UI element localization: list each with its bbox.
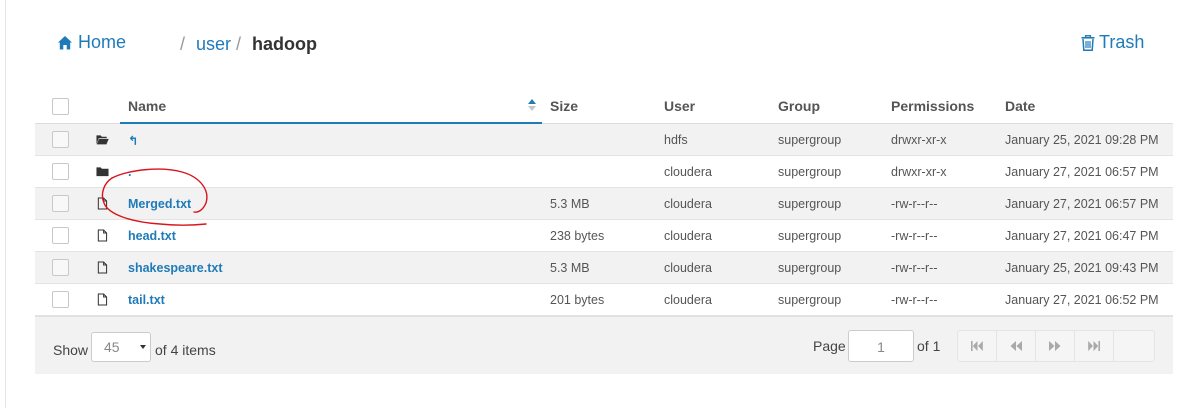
column-header-name[interactable]: Name bbox=[128, 98, 166, 114]
folder-icon bbox=[96, 167, 109, 177]
file-permissions: -rw-r--r-- bbox=[891, 261, 938, 275]
file-user: cloudera bbox=[664, 165, 712, 179]
file-size: 201 bytes bbox=[550, 293, 605, 307]
row-checkbox[interactable] bbox=[52, 195, 69, 212]
trash-link[interactable]: Trash bbox=[1081, 32, 1144, 53]
file-date: January 27, 2021 06:57 PM bbox=[1005, 197, 1159, 211]
file-permissions: drwxr-xr-x bbox=[891, 133, 947, 147]
table-row[interactable]: tail.txt 201 bytes cloudera supergroup -… bbox=[35, 284, 1173, 316]
file-name-link[interactable]: tail.txt bbox=[128, 293, 165, 307]
home-label: Home bbox=[78, 32, 127, 52]
file-user: cloudera bbox=[664, 261, 712, 275]
pagination-footer: Show 45 of 4 items Page 1 of 1 bbox=[35, 316, 1173, 374]
select-all-checkbox[interactable] bbox=[52, 98, 69, 115]
breadcrumb-item-current: hadoop bbox=[252, 34, 317, 54]
page-count: of 1 bbox=[917, 338, 941, 354]
file-date: January 27, 2021 06:52 PM bbox=[1005, 293, 1159, 307]
next-page-button[interactable] bbox=[1036, 331, 1075, 361]
file-group: supergroup bbox=[778, 293, 842, 307]
file-name-link[interactable]: Merged.txt bbox=[128, 197, 191, 211]
column-header-size[interactable]: Size bbox=[550, 98, 578, 114]
column-header-group[interactable]: Group bbox=[778, 98, 820, 114]
last-page-icon bbox=[1088, 341, 1100, 351]
row-checkbox[interactable] bbox=[52, 163, 69, 180]
file-date: January 27, 2021 06:47 PM bbox=[1005, 229, 1159, 243]
first-page-icon bbox=[971, 341, 983, 351]
folder-open-icon bbox=[96, 135, 109, 145]
home-link[interactable]: Home bbox=[57, 32, 126, 53]
items-per-page-value: 45 bbox=[104, 339, 120, 355]
page-label: Page bbox=[813, 338, 846, 354]
file-group: supergroup bbox=[778, 197, 842, 211]
forward-icon bbox=[1049, 341, 1061, 351]
home-icon bbox=[58, 35, 72, 49]
pager-spacer bbox=[1114, 331, 1154, 361]
row-checkbox[interactable] bbox=[52, 131, 69, 148]
trash-icon bbox=[1081, 34, 1095, 51]
file-icon bbox=[97, 293, 108, 306]
column-header-user[interactable]: User bbox=[664, 98, 695, 114]
first-page-button[interactable] bbox=[958, 331, 997, 361]
pager-buttons bbox=[957, 330, 1155, 362]
table-row[interactable]: head.txt 238 bytes cloudera supergroup -… bbox=[35, 220, 1173, 252]
file-icon bbox=[97, 261, 108, 274]
row-checkbox[interactable] bbox=[52, 227, 69, 244]
caret-down-icon bbox=[140, 345, 146, 349]
breadcrumb-item-user[interactable]: user bbox=[196, 34, 231, 55]
file-user: cloudera bbox=[664, 293, 712, 307]
items-per-page-select[interactable]: 45 bbox=[91, 332, 151, 362]
file-size: 238 bytes bbox=[550, 229, 605, 243]
breadcrumb: Home / user / hadoop Trash bbox=[0, 0, 1184, 88]
file-date: January 25, 2021 09:28 PM bbox=[1005, 133, 1159, 147]
show-label: Show bbox=[53, 342, 89, 358]
file-permissions: drwxr-xr-x bbox=[891, 165, 947, 179]
file-permissions: -rw-r--r-- bbox=[891, 293, 938, 307]
sort-ascending-icon[interactable] bbox=[527, 98, 537, 112]
file-name-link[interactable]: . bbox=[128, 165, 131, 179]
file-user: cloudera bbox=[664, 229, 712, 243]
file-date: January 25, 2021 09:43 PM bbox=[1005, 261, 1159, 275]
file-date: January 27, 2021 06:57 PM bbox=[1005, 165, 1159, 179]
file-icon bbox=[97, 229, 108, 242]
file-name-link[interactable]: shakespeare.txt bbox=[128, 261, 223, 275]
file-user: cloudera bbox=[664, 197, 712, 211]
table-header: Name Size User Group Permissions Date bbox=[35, 88, 1173, 124]
previous-page-button[interactable] bbox=[997, 331, 1036, 361]
file-group: supergroup bbox=[778, 165, 842, 179]
file-icon bbox=[97, 197, 108, 210]
breadcrumb-separator: / bbox=[180, 34, 186, 54]
page-number-input[interactable]: 1 bbox=[848, 330, 914, 362]
file-size: 5.3 MB bbox=[550, 261, 590, 275]
column-header-date[interactable]: Date bbox=[1005, 98, 1035, 114]
file-name-link[interactable]: head.txt bbox=[128, 229, 176, 243]
file-permissions: -rw-r--r-- bbox=[891, 229, 938, 243]
table-row[interactable]: Merged.txt 5.3 MB cloudera supergroup -r… bbox=[35, 188, 1173, 220]
table-row[interactable]: . cloudera supergroup drwxr-xr-x January… bbox=[35, 156, 1173, 188]
breadcrumb-separator: / bbox=[236, 34, 242, 54]
file-group: supergroup bbox=[778, 229, 842, 243]
file-group: supergroup bbox=[778, 261, 842, 275]
table-row[interactable]: ↰ hdfs supergroup drwxr-xr-x January 25,… bbox=[35, 124, 1173, 156]
file-name-link[interactable]: ↰ bbox=[128, 133, 138, 148]
file-user: hdfs bbox=[664, 133, 688, 147]
file-size: 5.3 MB bbox=[550, 197, 590, 211]
backward-icon bbox=[1010, 341, 1022, 351]
trash-label: Trash bbox=[1099, 32, 1145, 52]
file-permissions: -rw-r--r-- bbox=[891, 197, 938, 211]
file-group: supergroup bbox=[778, 133, 842, 147]
file-table: Name Size User Group Permissions Date ↰ … bbox=[35, 88, 1173, 316]
table-row[interactable]: shakespeare.txt 5.3 MB cloudera supergro… bbox=[35, 252, 1173, 284]
row-checkbox[interactable] bbox=[52, 291, 69, 308]
row-checkbox[interactable] bbox=[52, 259, 69, 276]
column-header-permissions[interactable]: Permissions bbox=[891, 98, 974, 114]
item-count: of 4 items bbox=[155, 342, 216, 358]
last-page-button[interactable] bbox=[1075, 331, 1114, 361]
